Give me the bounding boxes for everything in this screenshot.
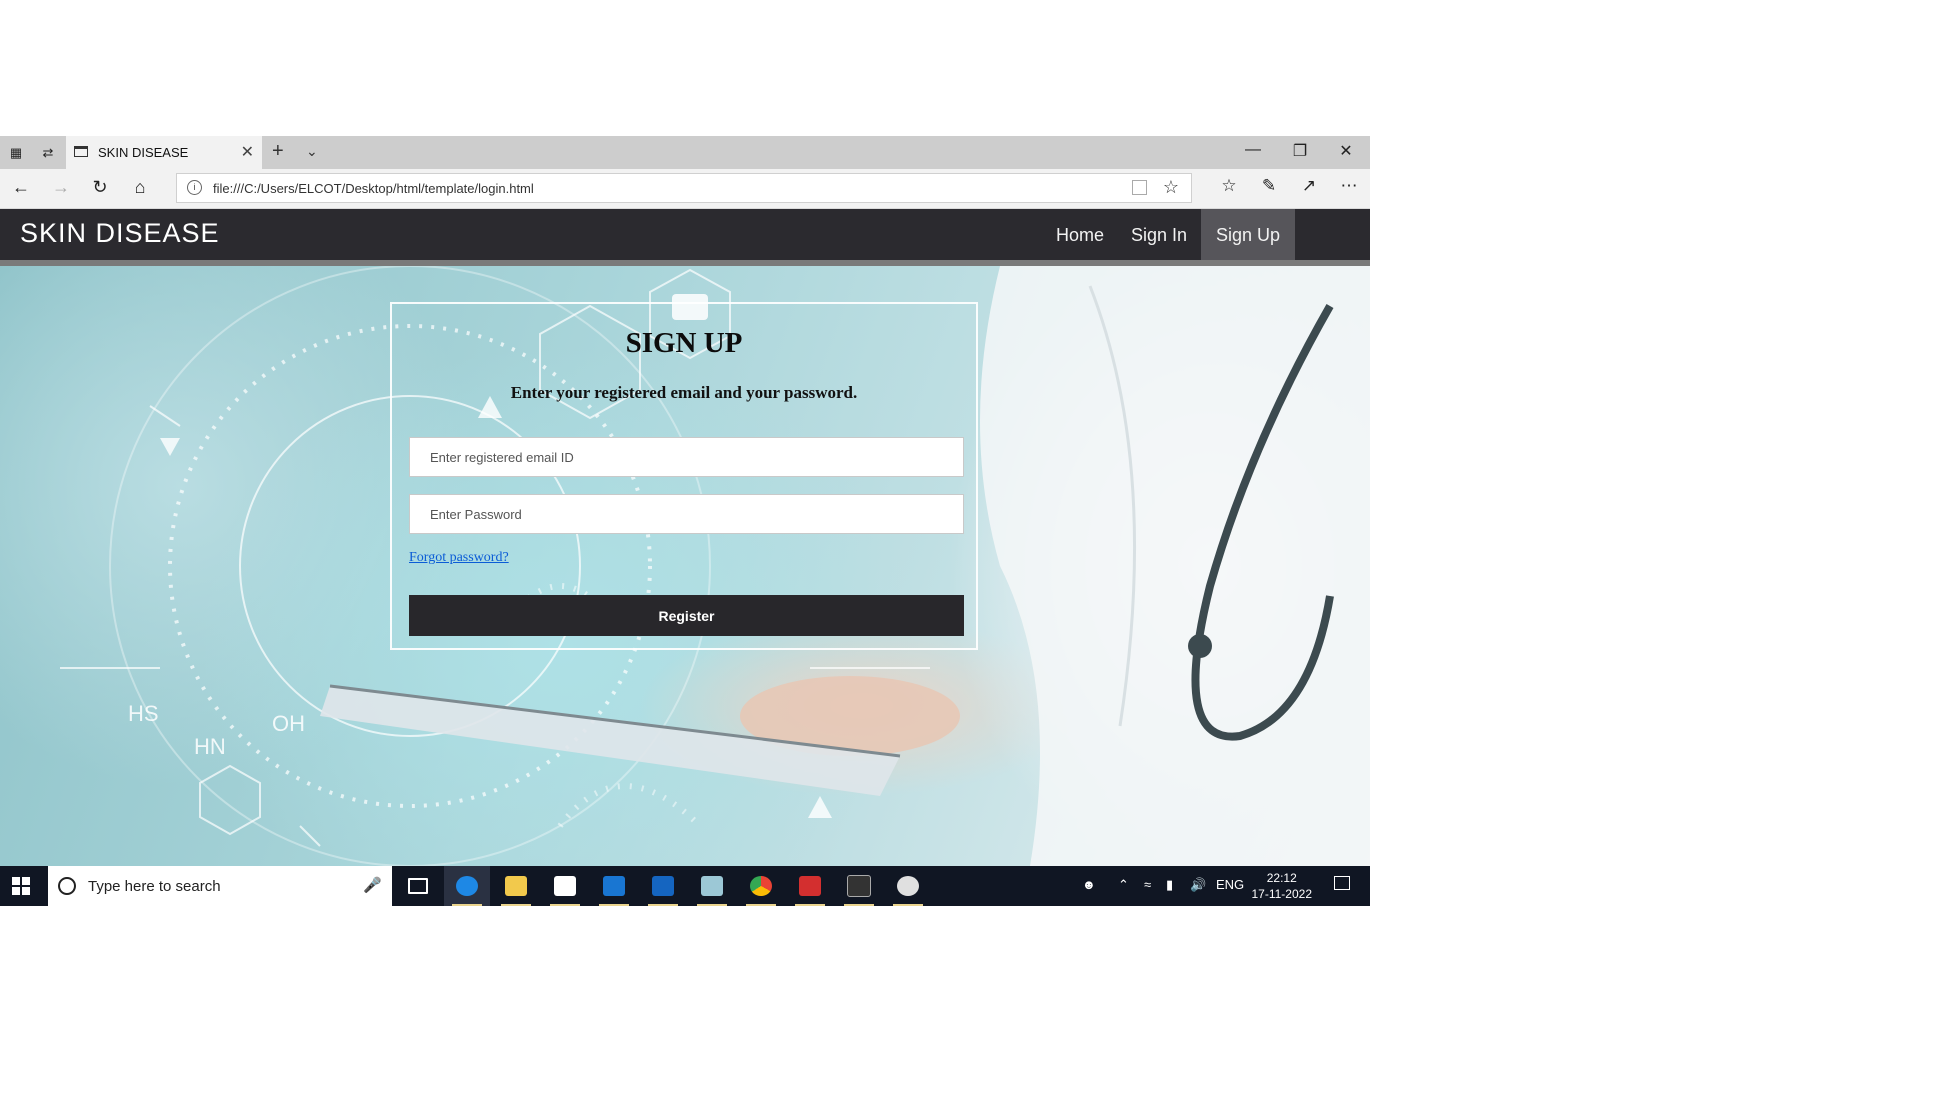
task-view-icon[interactable] [395, 866, 441, 906]
forward-icon[interactable]: → [48, 177, 74, 198]
reading-view-icon[interactable] [1132, 180, 1147, 195]
people-icon[interactable]: ☻ [1082, 877, 1096, 892]
minimize-icon[interactable]: — [1238, 141, 1268, 159]
signup-form: SIGN UP Enter your registered email and … [390, 302, 978, 650]
more-icon[interactable]: ⋯ [1336, 176, 1362, 196]
clock[interactable]: 22:12 17-11-2022 [1252, 870, 1313, 902]
paint-icon[interactable] [885, 866, 931, 906]
address-bar: ← → ↻ ⌂ i file:///C:/Users/ELCOT/Desktop… [0, 169, 1370, 209]
close-tab-icon[interactable]: ✕ [241, 142, 254, 162]
back-icon[interactable]: ← [8, 177, 34, 198]
form-title: SIGN UP [625, 327, 743, 359]
password-field[interactable] [409, 494, 964, 534]
email-field[interactable] [409, 437, 964, 477]
photos-icon[interactable] [640, 866, 686, 906]
store-icon[interactable] [542, 866, 588, 906]
clock-time: 22:12 [1266, 871, 1297, 885]
tab-title: SKIN DISEASE [98, 145, 189, 160]
chevron-down-icon[interactable]: ⌄ [306, 143, 318, 160]
url-text: file:///C:/Users/ELCOT/Desktop/html/temp… [213, 181, 534, 196]
restore-icon[interactable]: ❐ [1285, 141, 1315, 161]
tab-actions-icon[interactable]: ▦ [6, 143, 26, 163]
site-brand[interactable]: SKIN DISEASE [20, 218, 220, 249]
cortana-icon [58, 877, 76, 895]
nav-home[interactable]: Home [1041, 209, 1119, 260]
network-icon[interactable]: ≈ [1144, 877, 1151, 892]
favorite-star-icon[interactable]: ☆ [1163, 177, 1179, 198]
tab-skin-disease[interactable]: SKIN DISEASE ✕ [66, 136, 262, 169]
info-icon[interactable]: i [187, 180, 202, 195]
windows-start-icon[interactable] [12, 877, 30, 895]
set-aside-tabs-icon[interactable]: ⇄ [38, 143, 58, 163]
close-window-icon[interactable]: ✕ [1331, 141, 1361, 161]
site-navbar: SKIN DISEASE Home Sign In Sign Up [0, 209, 1370, 266]
register-button[interactable]: Register [409, 595, 964, 636]
favorites-icon[interactable]: ☆ [1216, 176, 1242, 196]
svg-text:HS: HS [128, 701, 159, 726]
page-icon [74, 146, 88, 157]
nav-sign-in[interactable]: Sign In [1116, 209, 1202, 260]
svg-text:OH: OH [272, 711, 305, 736]
file-explorer-icon[interactable] [493, 866, 539, 906]
battery-icon[interactable]: ▮ [1166, 877, 1173, 893]
chrome-icon[interactable] [738, 866, 784, 906]
mail-icon[interactable] [591, 866, 637, 906]
forgot-password-link[interactable]: Forgot password? [409, 550, 509, 566]
microphone-icon[interactable]: 🎤 [363, 876, 382, 894]
tab-strip: ▦ ⇄ SKIN DISEASE ✕ + ⌄ — ❐ ✕ [0, 136, 1370, 169]
terminal-icon[interactable] [836, 866, 882, 906]
browser-window: ▦ ⇄ SKIN DISEASE ✕ + ⌄ — ❐ ✕ ← → ↻ ⌂ i f… [0, 136, 1370, 906]
home-icon[interactable]: ⌂ [127, 177, 153, 198]
nav-sign-up[interactable]: Sign Up [1201, 209, 1296, 260]
hero-background: HS HN OH SIGN UP Enter your registered e… [0, 266, 1370, 866]
pen-icon[interactable]: ✎ [1256, 176, 1282, 196]
new-tab-icon[interactable]: + [272, 140, 284, 163]
clock-date: 17-11-2022 [1251, 887, 1313, 901]
share-icon[interactable]: ↗ [1296, 176, 1322, 196]
svg-text:HN: HN [194, 734, 226, 759]
chevron-up-icon[interactable]: ⌃ [1118, 877, 1129, 893]
volume-icon[interactable]: 🔊 [1190, 877, 1206, 893]
notification-icon[interactable] [1334, 876, 1350, 890]
taskbar: Type here to search 🎤 ☻ ⌃ ≈ ▮ 🔊 ENG 22:1… [0, 866, 1370, 906]
acrobat-icon[interactable] [787, 866, 833, 906]
url-field[interactable]: i file:///C:/Users/ELCOT/Desktop/html/te… [176, 173, 1192, 203]
form-subtitle: Enter your registered email and your pas… [510, 383, 858, 402]
taskbar-search[interactable]: Type here to search 🎤 [48, 866, 392, 906]
refresh-icon[interactable]: ↻ [87, 177, 113, 198]
app-icon[interactable] [689, 866, 735, 906]
taskbar-search-placeholder: Type here to search [88, 878, 221, 895]
edge-icon[interactable] [444, 866, 490, 906]
language-indicator[interactable]: ENG [1216, 877, 1244, 892]
